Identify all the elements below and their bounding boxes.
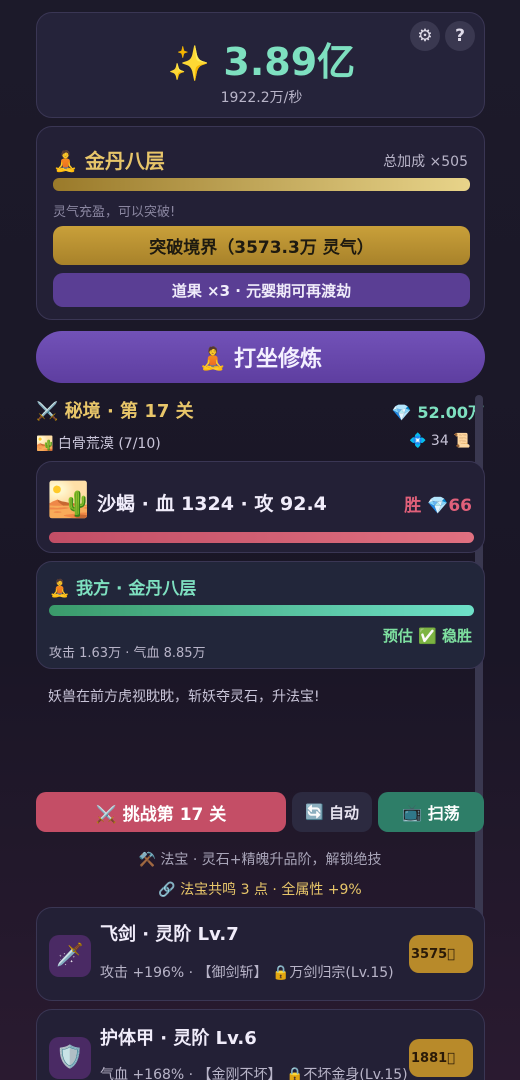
dungeon-title: ⚔️ 秘境 · 第 17 关 (36, 401, 194, 422)
dungeon-gems: 💎 52.00万 (391, 403, 484, 422)
auto-button[interactable]: 🔄 自动 (292, 792, 372, 832)
realm-progress-bar (53, 178, 470, 191)
enemy-card: 🏜️ 沙蝎 · 血 1324 · 攻 92.4 胜 💎66 (36, 461, 485, 553)
upgrade-button[interactable]: 1881⃞ (409, 1039, 473, 1077)
upgrade-button[interactable]: 3575⃞ (409, 935, 473, 973)
realm-name: 金丹八层 (84, 149, 165, 173)
treasure-resonance: 🔗 法宝共鸣 3 点 · 全属性 +9% (158, 882, 362, 898)
enemy-hp-fill (49, 532, 474, 543)
player-stats: 攻击 1.63万 · 气血 8.85万 (49, 646, 206, 661)
shield-icon: 🛡️ (49, 1037, 91, 1079)
dungeon-zone: 🏜️ 白骨荒漠 (7/10) (36, 436, 161, 452)
realm-card: 🧘 金丹八层 总加成 ×505 灵气充盈，可以突破! 突破境界（3573.3万 … (36, 126, 485, 320)
item-desc: 攻击 +196% · 【御剑斩】 🔒万剑归宗(Lv.15) (100, 965, 394, 981)
player-hp-bar (49, 605, 474, 616)
auto-label: 自动 (328, 803, 359, 822)
treasure-item-sword[interactable]: 🗡️ 飞剑 · 灵阶 Lv.7 攻击 +196% · 【御剑斩】 🔒万剑归宗(L… (36, 907, 485, 1001)
player-hp-fill (49, 605, 474, 616)
realm-title: 🧘 金丹八层 (53, 145, 165, 174)
enemy-name: 沙蝎 · 血 1324 · 攻 92.4 (97, 493, 327, 515)
sweep-button[interactable]: 📺 扫荡 (378, 792, 484, 832)
repeat-icon: 🔄 (305, 803, 324, 821)
check-icon: ✅ (418, 627, 437, 645)
spirit-total: ✨ 3.89亿 (37, 31, 486, 86)
sword-icon: 🗡️ (49, 935, 91, 977)
forecast-label: 预估 (382, 627, 413, 645)
crystal-count: 💠 34 (409, 433, 449, 449)
realm-progress-fill (53, 178, 470, 191)
player-card: 🧘 我方 · 金丹八层 预估 ✅ 稳胜 攻击 1.63万 · 气血 8.85万 (36, 561, 485, 669)
treasure-info: ⚒️ 法宝 · 灵石+精魄升品阶，解锁绝技 (138, 852, 382, 868)
item-title: 飞剑 · 灵阶 Lv.7 (100, 924, 239, 945)
realm-status: 灵气充盈，可以突破! (53, 205, 176, 220)
treasure-item-armor[interactable]: 🛡️ 护体甲 · 灵阶 Lv.6 气血 +168% · 【金刚不坏】 🔒不坏金身… (36, 1009, 485, 1080)
total-bonus: 总加成 ×505 (383, 154, 468, 170)
meditate-button[interactable]: 🧘 打坐修炼 (36, 331, 485, 383)
desert-icon: 🏜️ (47, 480, 90, 520)
enemy-hp-bar (49, 532, 474, 543)
forecast-value: 稳胜 (441, 627, 472, 645)
item-desc: 气血 +168% · 【金刚不坏】 🔒不坏金身(Lv.15) (100, 1067, 408, 1080)
win-label: 胜 (404, 496, 422, 516)
player-title: 🧘 我方 · 金丹八层 (49, 579, 197, 599)
breakthrough-button[interactable]: 突破境界（3573.3万 灵气） (53, 226, 470, 265)
sparkle-icon: ✨ (167, 44, 211, 84)
gem-reward: 💎66 (427, 496, 472, 516)
spirit-total-value: 3.89亿 (223, 40, 356, 84)
tv-icon: 📺 (402, 802, 423, 822)
resource-card: ⚙ ? ✨ 3.89亿 1922.2万/秒 (36, 12, 485, 118)
item-title: 护体甲 · 灵阶 Lv.6 (100, 1028, 257, 1049)
spirit-rate: 1922.2万/秒 (220, 90, 303, 106)
sweep-label: 扫荡 (427, 804, 460, 823)
battle-log: 妖兽在前方虎视眈眈，斩妖夺灵石，升法宝! (48, 689, 320, 705)
challenge-button[interactable]: ⚔️ 挑战第 17 关 (36, 792, 286, 832)
dungeon-stats: 💠 34 📜 2 (409, 433, 484, 449)
meditation-icon: 🧘 (53, 149, 78, 173)
forecast: 预估 ✅ 稳胜 (383, 625, 472, 646)
dao-fruit-button[interactable]: 道果 ×3 · 元婴期可再渡劫 (53, 273, 470, 307)
battle-result: 胜 💎66 (404, 491, 472, 516)
